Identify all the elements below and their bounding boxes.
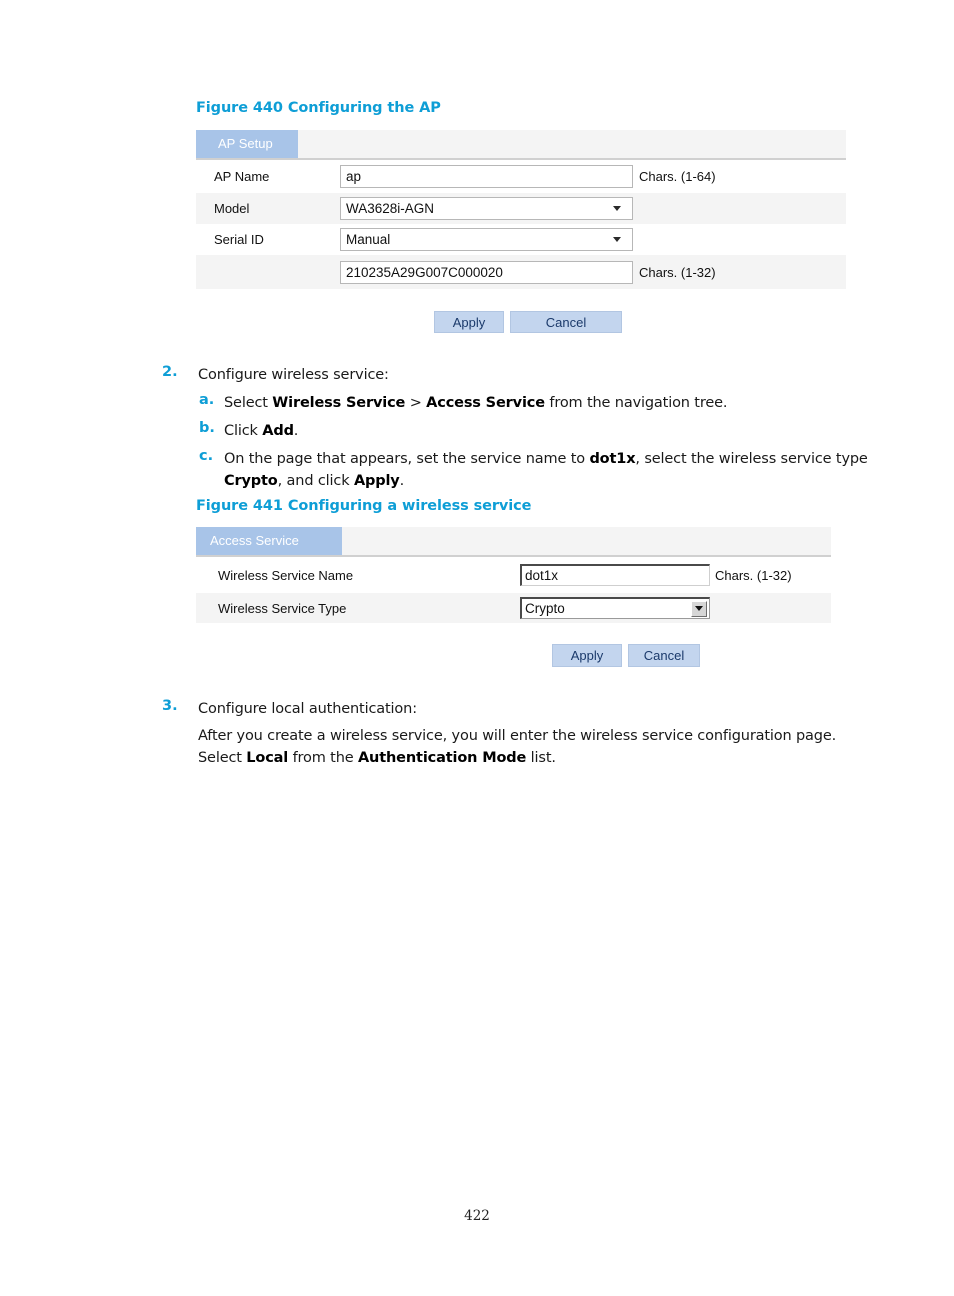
form-row-serial-id: Serial ID Manual <box>196 224 846 255</box>
access-service-form: Wireless Service Name dot1x Chars. (1-32… <box>196 557 831 623</box>
ap-setup-button-row: Apply Cancel <box>434 311 622 333</box>
access-service-panel: Access Service Wireless Service Name dot… <box>196 527 831 623</box>
wireless-service-type-select[interactable]: Crypto <box>520 597 710 619</box>
model-select[interactable]: WA3628i-AGN <box>340 197 633 220</box>
figure-440-caption: Figure 440 Configuring the AP <box>196 100 441 116</box>
form-row-ap-name: AP Name ap Chars. (1-64) <box>196 160 846 193</box>
wireless-service-name-input[interactable]: dot1x <box>520 564 710 586</box>
step-2a-marker: a. <box>199 392 215 408</box>
ap-setup-cancel-button[interactable]: Cancel <box>510 311 622 333</box>
step-3-body: After you create a wireless service, you… <box>198 728 837 767</box>
ap-name-label: AP Name <box>214 169 270 184</box>
ap-setup-panel: AP Setup AP Name ap Chars. (1-64) Model … <box>196 130 846 289</box>
figure-441-caption: Figure 441 Configuring a wireless servic… <box>196 498 532 514</box>
chevron-down-icon <box>613 237 621 242</box>
step-3-title: Configure local authentication: <box>198 701 417 717</box>
step-2b-marker: b. <box>199 420 215 436</box>
ap-setup-tabbar: AP Setup <box>196 130 846 160</box>
serial-number-hint: Chars. (1-32) <box>639 264 716 280</box>
serial-id-select[interactable]: Manual <box>340 228 633 251</box>
page-number: 422 <box>464 1208 490 1224</box>
wireless-service-type-value: Crypto <box>525 601 565 616</box>
step-2b-text: Click Add. <box>224 423 299 439</box>
wireless-service-name-hint: Chars. (1-32) <box>715 567 792 583</box>
wireless-service-type-label: Wireless Service Type <box>218 600 347 616</box>
tab-ap-setup[interactable]: AP Setup <box>196 130 298 158</box>
serial-id-select-value: Manual <box>346 232 391 247</box>
form-row-wireless-service-type: Wireless Service Type Crypto <box>196 593 831 623</box>
ap-setup-apply-button[interactable]: Apply <box>434 311 504 333</box>
form-row-serial-number: 210235A29G007C000020 Chars. (1-32) <box>196 255 846 289</box>
step-3-marker: 3. <box>162 698 178 714</box>
access-service-cancel-button[interactable]: Cancel <box>628 644 700 667</box>
document-page: { "page": { "number": "422" }, "figure44… <box>0 0 954 1296</box>
step-2a-text: Select Wireless Service > Access Service… <box>224 395 728 411</box>
chevron-down-icon[interactable] <box>691 600 707 617</box>
form-row-model: Model WA3628i-AGN <box>196 193 846 224</box>
form-row-wireless-service-name: Wireless Service Name dot1x Chars. (1-32… <box>196 557 831 593</box>
step-2c-marker: c. <box>199 448 214 464</box>
access-service-button-row: Apply Cancel <box>552 644 700 667</box>
wireless-service-name-label: Wireless Service Name <box>218 567 354 583</box>
access-service-apply-button[interactable]: Apply <box>552 644 622 667</box>
serial-id-label: Serial ID <box>214 232 264 247</box>
step-2-title: Configure wireless service: <box>198 367 389 383</box>
chevron-down-icon <box>613 206 621 211</box>
step-2-marker: 2. <box>162 364 178 380</box>
step-2c-text: On the page that appears, set the servic… <box>224 451 868 490</box>
access-service-tabbar: Access Service <box>196 527 831 557</box>
model-select-value: WA3628i-AGN <box>346 201 435 216</box>
ap-setup-form: AP Name ap Chars. (1-64) Model WA3628i-A… <box>196 160 846 289</box>
ap-name-hint: Chars. (1-64) <box>639 169 716 184</box>
ap-name-input[interactable]: ap <box>340 165 633 188</box>
model-label: Model <box>214 201 250 216</box>
serial-number-input[interactable]: 210235A29G007C000020 <box>340 260 633 284</box>
tab-access-service[interactable]: Access Service <box>196 527 342 555</box>
